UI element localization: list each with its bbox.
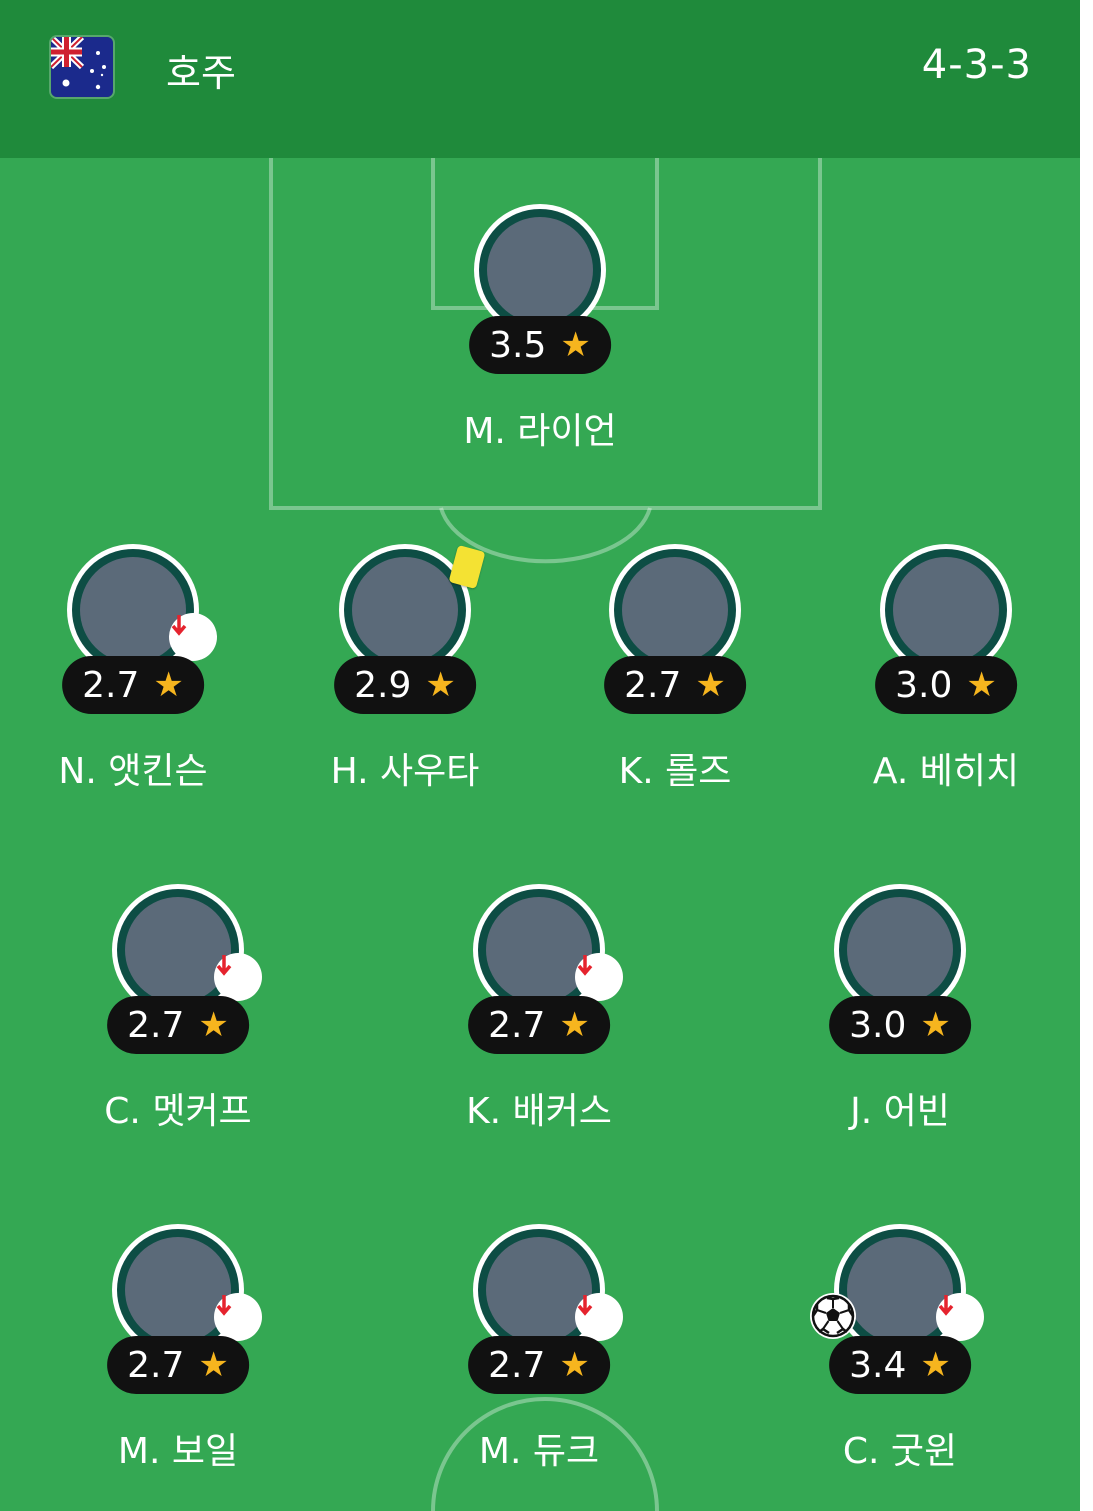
player-name: H. 사우타 xyxy=(330,751,480,792)
rating-value: 2.7 xyxy=(488,1004,546,1046)
substitution-out-icon xyxy=(575,953,623,1001)
player-photo xyxy=(125,897,231,1003)
player-card-midfielder-2[interactable]: 2.7 ★ K. 배커스 xyxy=(419,884,659,1144)
player-photo xyxy=(352,557,458,663)
player-name: C. 굿윈 xyxy=(842,1431,958,1472)
scrollbar-gutter xyxy=(1080,0,1093,1511)
player-photo xyxy=(80,557,186,663)
player-name: K. 롤즈 xyxy=(618,751,732,792)
team-name: 호주 xyxy=(166,51,236,95)
rating-badge: 3.0 ★ xyxy=(829,996,971,1054)
player-name: K. 배커스 xyxy=(466,1091,612,1132)
substitution-out-icon xyxy=(936,1293,984,1341)
player-photo xyxy=(893,557,999,663)
player-card-midfielder-3[interactable]: 3.0 ★ J. 어빈 xyxy=(780,884,1020,1144)
star-icon: ★ xyxy=(560,325,591,365)
player-card-defender-2[interactable]: 2.9 ★ H. 사우타 xyxy=(285,544,525,804)
star-icon: ★ xyxy=(920,1005,951,1045)
rating-badge: 2.7 ★ xyxy=(107,996,249,1054)
goal-ball-icon xyxy=(810,1293,856,1339)
player-photo xyxy=(847,1237,953,1343)
rating-value: 2.7 xyxy=(127,1004,185,1046)
rating-badge: 3.0 ★ xyxy=(875,656,1017,714)
rating-value: 3.4 xyxy=(849,1344,907,1386)
substitution-out-icon xyxy=(214,953,262,1001)
team-header: 호주 4-3-3 xyxy=(0,0,1080,158)
player-photo xyxy=(847,897,953,1003)
australia-flag-icon xyxy=(51,37,113,97)
player-card-defender-4[interactable]: 3.0 ★ A. 베히치 xyxy=(826,544,1066,804)
star-icon: ★ xyxy=(966,665,997,705)
lineup-panel: 호주 4-3-3 3.5 ★ M. 라이언 2.7 ★ N. 앳킨슨 2.9 ★… xyxy=(0,0,1080,1511)
player-photo xyxy=(486,1237,592,1343)
player-name: N. 앳킨슨 xyxy=(58,751,208,792)
player-photo xyxy=(622,557,728,663)
player-photo xyxy=(125,1237,231,1343)
star-icon: ★ xyxy=(559,1345,590,1385)
star-icon: ★ xyxy=(198,1005,229,1045)
rating-value: 3.5 xyxy=(489,324,547,366)
player-name: M. 라이언 xyxy=(463,411,617,452)
rating-badge: 2.7 ★ xyxy=(604,656,746,714)
player-photo xyxy=(487,217,593,323)
player-card-defender-1[interactable]: 2.7 ★ N. 앳킨슨 xyxy=(13,544,253,804)
player-card-forward-2[interactable]: 2.7 ★ M. 듀크 xyxy=(419,1224,659,1484)
rating-value: 3.0 xyxy=(849,1004,907,1046)
player-photo xyxy=(486,897,592,1003)
player-name: M. 듀크 xyxy=(478,1431,600,1472)
substitution-out-icon xyxy=(169,613,217,661)
player-card-midfielder-1[interactable]: 2.7 ★ C. 멧커프 xyxy=(58,884,298,1144)
rating-badge: 3.5 ★ xyxy=(469,316,611,374)
star-icon: ★ xyxy=(695,665,726,705)
star-icon: ★ xyxy=(559,1005,590,1045)
substitution-out-icon xyxy=(575,1293,623,1341)
rating-badge: 2.7 ★ xyxy=(468,996,610,1054)
player-card-forward-1[interactable]: 2.7 ★ M. 보일 xyxy=(58,1224,298,1484)
star-icon: ★ xyxy=(198,1345,229,1385)
rating-badge: 2.7 ★ xyxy=(107,1336,249,1394)
player-card-forward-3[interactable]: 3.4 ★ C. 굿윈 xyxy=(780,1224,1020,1484)
substitution-out-icon xyxy=(214,1293,262,1341)
player-card-defender-3[interactable]: 2.7 ★ K. 롤즈 xyxy=(555,544,795,804)
star-icon: ★ xyxy=(153,665,184,705)
rating-value: 3.0 xyxy=(895,664,953,706)
player-name: C. 멧커프 xyxy=(104,1091,252,1132)
rating-value: 2.7 xyxy=(127,1344,185,1386)
rating-value: 2.7 xyxy=(624,664,682,706)
player-name: J. 어빈 xyxy=(850,1091,950,1132)
star-icon: ★ xyxy=(920,1345,951,1385)
player-name: M. 보일 xyxy=(117,1431,239,1472)
player-name: A. 베히치 xyxy=(872,751,1020,792)
rating-badge: 2.9 ★ xyxy=(334,656,476,714)
rating-value: 2.7 xyxy=(82,664,140,706)
star-icon: ★ xyxy=(425,665,456,705)
formation-label: 4-3-3 xyxy=(921,42,1032,88)
rating-badge: 2.7 ★ xyxy=(62,656,204,714)
rating-badge: 3.4 ★ xyxy=(829,1336,971,1394)
yellow-card-icon xyxy=(448,545,486,589)
rating-value: 2.9 xyxy=(354,664,412,706)
rating-badge: 2.7 ★ xyxy=(468,1336,610,1394)
pitch: 3.5 ★ M. 라이언 2.7 ★ N. 앳킨슨 2.9 ★ H. 사우타 2.7 ★… xyxy=(0,158,1080,1511)
rating-value: 2.7 xyxy=(488,1344,546,1386)
player-card-goalkeeper[interactable]: 3.5 ★ M. 라이언 xyxy=(420,204,660,464)
